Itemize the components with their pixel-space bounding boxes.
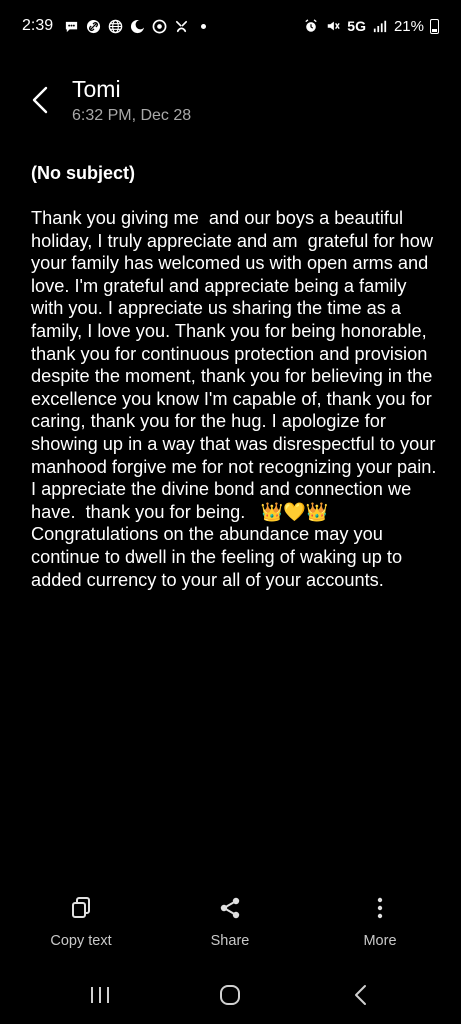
more-label: More [363, 933, 397, 949]
chevron-left-icon [32, 86, 48, 114]
message-subject: (No subject) [31, 163, 136, 183]
action-bar: Copy text Share More [0, 895, 461, 965]
recent-apps-button[interactable] [80, 980, 120, 1010]
share-icon [217, 895, 243, 921]
nav-back-button[interactable] [340, 980, 380, 1010]
globe-icon [107, 18, 123, 34]
copy-icon [68, 895, 94, 921]
share-label: Share [210, 933, 250, 949]
battery-percent: 21% [393, 17, 424, 35]
message-date: 6:32 PM, Dec 28 [72, 107, 192, 124]
copy-text-label: Copy text [50, 933, 112, 949]
network-type: 5G [347, 18, 366, 34]
signal-icon [372, 18, 388, 34]
link-icon [85, 18, 101, 34]
status-left: 2:39 [22, 17, 207, 35]
alarm-icon [303, 18, 319, 34]
more-vertical-icon [367, 895, 393, 921]
system-nav-bar [0, 970, 461, 1024]
share-button[interactable]: Share [170, 895, 290, 949]
mute-icon [325, 18, 341, 34]
back-arrow-icon [355, 985, 366, 1005]
recents-icon [91, 987, 109, 1003]
shortcut-icon [173, 18, 189, 34]
back-button[interactable] [26, 84, 54, 116]
copy-text-button[interactable]: Copy text [21, 895, 141, 949]
status-right: 5G 21% [303, 18, 439, 35]
battery-icon [430, 18, 439, 34]
message-header: Tomi 6:32 PM, Dec 28 [0, 72, 461, 132]
contact-name: Tomi [72, 76, 121, 102]
message-body[interactable]: Thank you giving me and our boys a beaut… [31, 207, 441, 591]
status-time: 2:39 [22, 17, 54, 34]
home-button[interactable] [210, 980, 250, 1010]
more-button[interactable]: More [320, 895, 440, 949]
status-bar: 2:39 5G 21% [0, 0, 461, 52]
notification-dot-icon [201, 23, 207, 29]
home-icon [220, 985, 240, 1005]
chat-bubble-icon [63, 18, 79, 34]
vpn-icon [151, 18, 167, 34]
moon-icon [129, 18, 145, 34]
